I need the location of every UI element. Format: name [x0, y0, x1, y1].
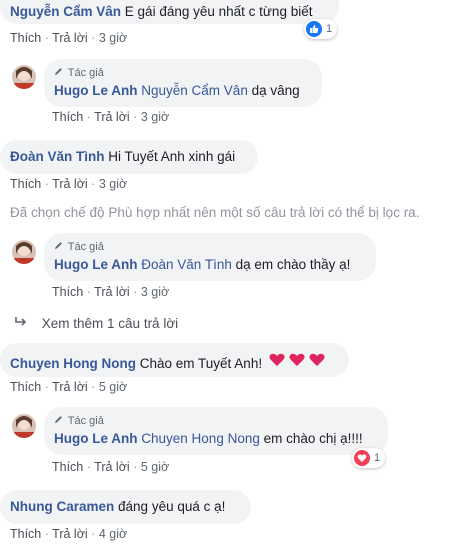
see-more-replies[interactable]: Xem thêm 1 câu trả lời: [14, 316, 178, 331]
like-link[interactable]: Thích: [10, 527, 41, 541]
pencil-icon: [54, 412, 64, 427]
reaction-count: 1: [374, 452, 381, 464]
timestamp[interactable]: 5 giờ: [141, 460, 169, 474]
reaction-badge[interactable]: 1: [304, 19, 338, 39]
comment-bubble: Nguyễn Cẩm Vân E gái đáng yêu nhất c từn…: [0, 0, 339, 24]
reply-arrow-icon: [14, 316, 38, 331]
commenter-name[interactable]: Hugo Le Anh: [54, 257, 138, 272]
comment-actions: Thích · Trả lời · 5 giờ: [52, 460, 170, 474]
reaction-count: 1: [326, 23, 333, 35]
heart-emoji-group: [268, 352, 328, 371]
pencil-icon: [54, 64, 64, 79]
heart-icon: [354, 450, 370, 466]
avatar[interactable]: [12, 65, 36, 89]
comment-actions: Thích · Trả lời · 3 giờ: [52, 285, 170, 299]
reply-link[interactable]: Trả lời: [94, 460, 130, 474]
timestamp[interactable]: 3 giờ: [141, 285, 169, 299]
like-link[interactable]: Thích: [52, 110, 83, 124]
commenter-name[interactable]: Chuyen Hong Nong: [10, 356, 136, 371]
timestamp[interactable]: 5 giờ: [99, 380, 127, 394]
comment-actions: Thích · Trả lời · 3 giờ: [10, 177, 128, 191]
commenter-name[interactable]: Hugo Le Anh: [54, 431, 138, 446]
comment-text: đáng yêu quá c ạ!: [118, 499, 226, 514]
comment-text: E gái đáng yêu nhất c từng biết: [124, 4, 313, 19]
author-label: Tác giả: [67, 241, 104, 253]
reply-bubble: Tác giả Hugo Le Anh Đoàn Văn Tình dạ em …: [44, 233, 376, 281]
reply-bubble: Tác giả Hugo Le Anh Nguyễn Cẩm Vân dạ vâ…: [44, 59, 322, 107]
like-link[interactable]: Thích: [10, 380, 41, 394]
comment-actions: Thích · Trả lời · 5 giờ: [10, 380, 128, 394]
see-more-label: Xem thêm 1 câu trả lời: [41, 316, 179, 331]
pencil-icon: [54, 238, 64, 253]
comment-actions: Thích · Trả lời · 3 giờ: [10, 31, 128, 45]
like-icon: [306, 21, 322, 37]
comment-text: dạ vâng: [251, 83, 300, 98]
like-link[interactable]: Thích: [10, 177, 41, 191]
like-link[interactable]: Thích: [52, 285, 83, 299]
reply-link[interactable]: Trả lời: [94, 110, 130, 124]
author-label: Tác giả: [67, 415, 104, 427]
reply-bubble: Tác giả Hugo Le Anh Chuyen Hong Nong em …: [44, 407, 388, 455]
tagged-user[interactable]: Chuyen Hong Nong: [141, 431, 260, 446]
reaction-badge[interactable]: 1: [352, 448, 386, 468]
commenter-name[interactable]: Đoàn Văn Tình: [10, 149, 105, 164]
comment-actions: Thích · Trả lời · 4 giờ: [10, 527, 128, 541]
comment-actions: Thích · Trả lời · 3 giờ: [52, 110, 170, 124]
comment-bubble: Chuyen Hong Nong Chào em Tuyết Anh!: [0, 343, 349, 377]
commenter-name[interactable]: Hugo Le Anh: [54, 83, 138, 98]
reply-link[interactable]: Trả lời: [52, 31, 88, 45]
like-link[interactable]: Thích: [52, 460, 83, 474]
reply-link[interactable]: Trả lời: [52, 177, 88, 191]
timestamp[interactable]: 3 giờ: [99, 177, 127, 191]
commenter-name[interactable]: Nhung Caramen: [10, 499, 114, 514]
timestamp[interactable]: 3 giờ: [141, 110, 169, 124]
tagged-user[interactable]: Đoàn Văn Tình: [141, 257, 232, 272]
reply-link[interactable]: Trả lời: [52, 380, 88, 394]
avatar[interactable]: [12, 240, 36, 264]
comment-text: em chào chị ạ!!!!: [263, 431, 363, 446]
commenter-name[interactable]: Nguyễn Cẩm Vân: [10, 4, 121, 19]
comment-text: dạ em chào thầy ạ!: [235, 257, 351, 272]
tagged-user[interactable]: Nguyễn Cẩm Vân: [141, 83, 248, 98]
timestamp[interactable]: 4 giờ: [99, 527, 127, 541]
filter-notice: Đã chọn chế độ Phù hợp nhất nên một số c…: [10, 205, 420, 220]
comment-text: Chào em Tuyết Anh!: [139, 356, 263, 371]
timestamp[interactable]: 3 giờ: [99, 31, 127, 45]
comment-bubble: Nhung Caramen đáng yêu quá c ạ!: [0, 490, 251, 524]
avatar[interactable]: [12, 414, 36, 438]
comment-bubble: Đoàn Văn Tình Hi Tuyết Anh xinh gái: [0, 140, 258, 174]
like-link[interactable]: Thích: [10, 31, 41, 45]
author-label: Tác giả: [67, 67, 104, 79]
reply-link[interactable]: Trả lời: [94, 285, 130, 299]
reply-link[interactable]: Trả lời: [52, 527, 88, 541]
comment-text: Hi Tuyết Anh xinh gái: [108, 149, 236, 164]
